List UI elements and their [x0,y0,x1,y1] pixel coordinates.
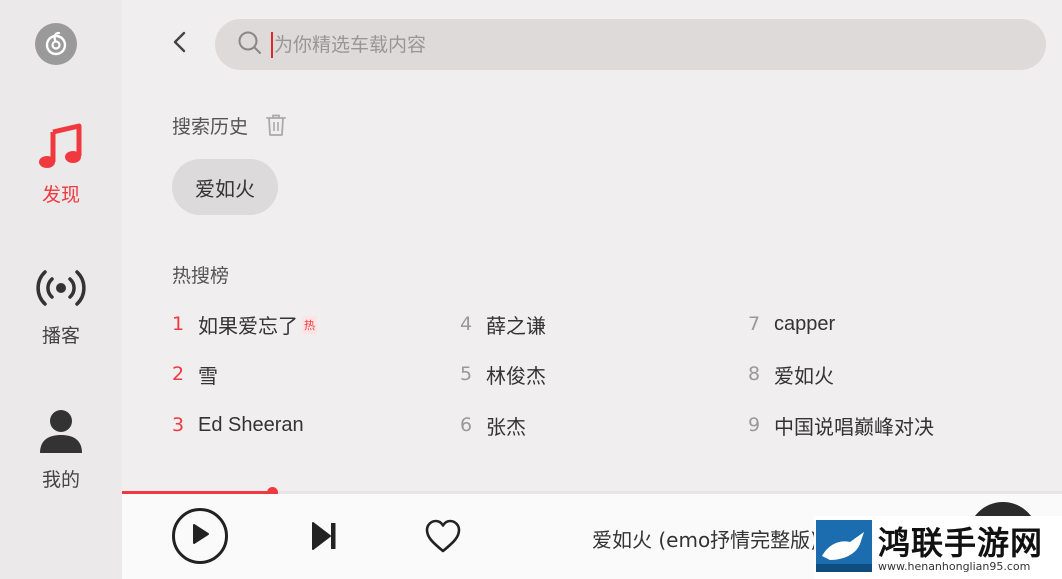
hot-search-item[interactable]: 7 capper [748,306,835,342]
hot-search-text: 张杰 [486,416,526,439]
sidebar-item-label: 我的 [41,469,80,491]
rank-number: 5 [460,363,473,385]
search-input[interactable] [274,33,974,56]
hot-search-item[interactable]: 9 中国说唱巅峰对决 [748,407,934,443]
hot-search-item[interactable]: 8 爱如火 [748,356,834,392]
music-note-icon [37,122,85,174]
like-button[interactable] [424,518,462,558]
hot-search-text: 爱如火 [774,365,834,388]
rank-number: 4 [460,313,473,335]
watermark: 鸿联手游网 www.henanhonglian95.com [814,516,1062,579]
next-button[interactable] [310,520,338,556]
rank-number: 3 [172,414,185,436]
search-icon [237,30,263,60]
history-chip[interactable]: 爱如火 [172,159,278,215]
search-history-title: 搜索历史 [172,116,249,138]
hot-search-item[interactable]: 2 雪 [172,356,218,392]
sidebar: 发现 播客 我的 [0,0,122,579]
watermark-logo-icon [816,520,872,572]
play-icon [190,523,210,549]
broadcast-icon [35,265,87,315]
hot-search-text: 林俊杰 [486,365,546,388]
search-bar[interactable] [215,19,1046,70]
hot-search-item[interactable]: 1 如果爱忘了 热 [172,306,317,342]
sidebar-item-discover[interactable]: 发现 [0,122,122,207]
hot-search-text: 雪 [198,365,218,388]
sidebar-item-label: 播客 [41,325,80,347]
rank-number: 1 [172,313,185,335]
sidebar-item-podcast[interactable]: 播客 [0,265,122,348]
rank-number: 6 [460,414,473,436]
hot-search-list: 1 如果爱忘了 热 2 雪 3 Ed Sheeran 4 薛之谦 5 林俊杰 6… [172,306,1032,466]
hot-search-item[interactable]: 4 薛之谦 [460,306,546,342]
chevron-left-icon [172,30,188,58]
rank-number: 7 [748,313,761,335]
rank-number: 9 [748,414,761,436]
sidebar-item-label: 发现 [41,184,80,206]
rank-number: 2 [172,363,185,385]
hot-search-item[interactable]: 5 林俊杰 [460,356,546,392]
rank-number: 8 [748,363,761,385]
hot-search-text: 薛之谦 [486,315,546,338]
netease-music-logo-icon[interactable] [35,23,77,65]
hot-search-text: capper [774,312,836,335]
back-button[interactable] [168,30,192,58]
main-content: 搜索历史 爱如火 热搜榜 1 如果爱忘了 热 2 雪 3 Ed Sheeran … [122,0,1062,490]
heart-icon [424,519,462,558]
user-icon [38,407,84,459]
skip-next-icon [310,522,338,556]
watermark-url: www.henanhonglian95.com [878,560,1031,573]
hot-badge: 热 [302,316,317,334]
trash-icon[interactable] [265,113,287,141]
hot-search-item[interactable]: 3 Ed Sheeran [172,407,304,443]
hot-search-text: 中国说唱巅峰对决 [774,416,934,439]
hot-search-text: Ed Sheeran [198,413,304,436]
now-playing-title[interactable]: 爱如火 (emo抒情完整版) [592,524,817,553]
hot-search-item[interactable]: 6 张杰 [460,407,526,443]
sidebar-item-mine[interactable]: 我的 [0,407,122,492]
play-button[interactable] [172,508,228,564]
hot-search-text: 如果爱忘了 [198,315,298,338]
text-caret [271,31,273,58]
hot-search-title: 热搜榜 [172,265,230,287]
watermark-name: 鸿联手游网 [878,524,1044,562]
